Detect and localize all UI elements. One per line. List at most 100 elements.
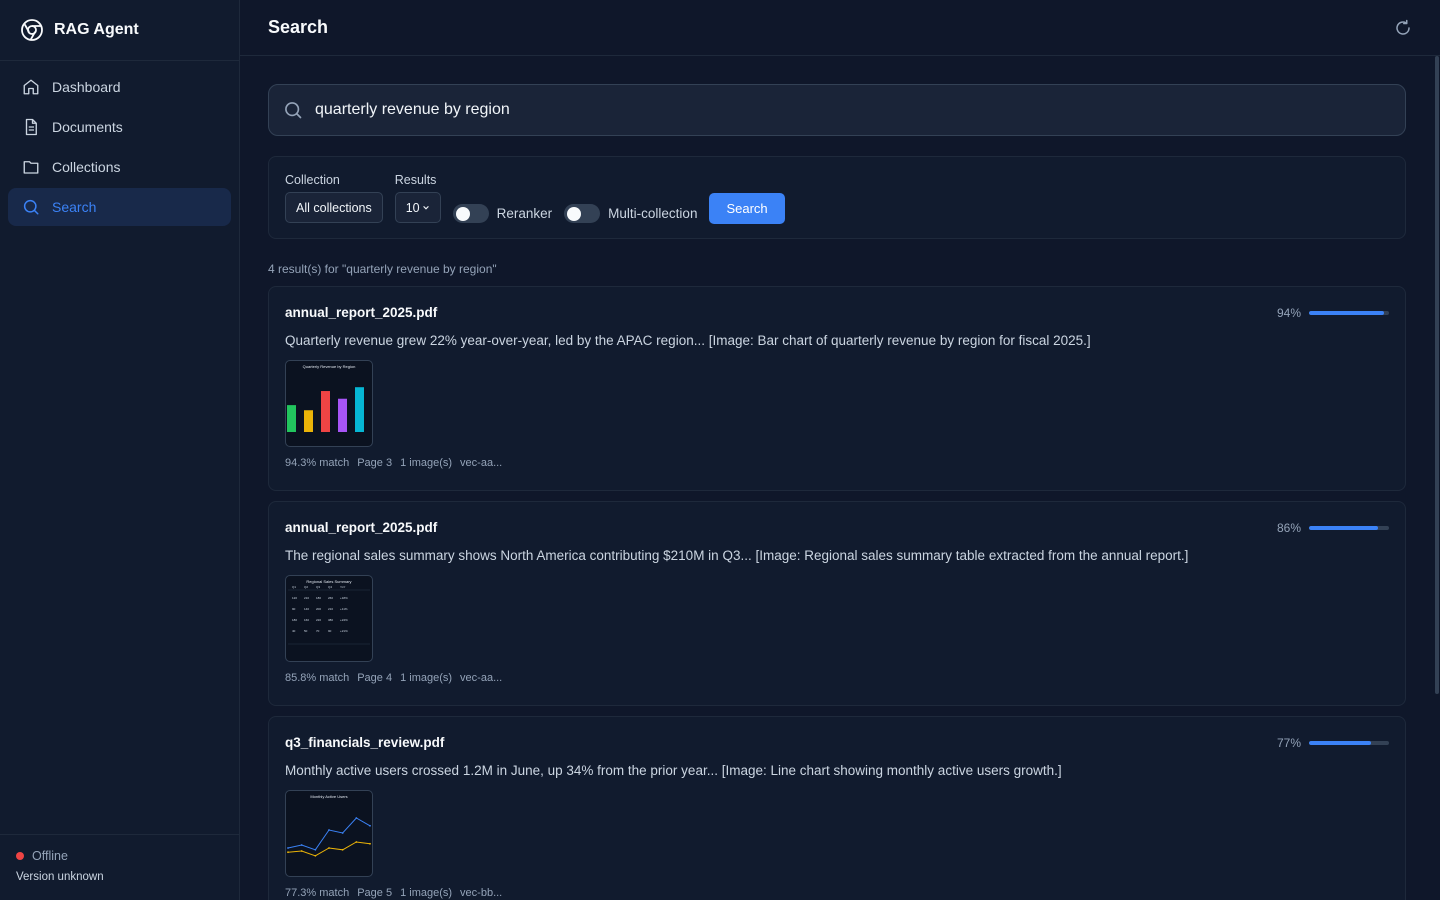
thumbnail-table-cell: 140	[304, 607, 309, 611]
result-score: 77%	[1277, 736, 1389, 750]
sidebar-item-collections[interactable]: Collections	[8, 148, 231, 186]
thumbnail-table-cell: 380	[328, 618, 333, 622]
thumbnail-title: Quarterly Revenue by Region	[303, 364, 356, 369]
page-number: Page 3	[357, 457, 393, 469]
thumbnail-table: Regional Sales Summary Q1 Q2 Q3 Q4 YoY 120 210 1…	[288, 579, 370, 645]
thumbnail-table-cell: 180	[316, 596, 321, 600]
result-card[interactable]: q3_financials_review.pdf 77% Monthly act…	[268, 716, 1406, 900]
result-score: 94%	[1277, 306, 1389, 320]
thumbnail-table-cell: 70	[316, 629, 320, 633]
thumbnail-table-cell: 200	[316, 607, 321, 611]
vector-id: vec-aa...	[460, 457, 503, 469]
thumbnail-line-point	[300, 850, 303, 852]
thumbnail-line-point	[355, 841, 358, 843]
reranker-toggle[interactable]	[452, 204, 489, 223]
thumbnail-bar	[338, 398, 347, 432]
folder-icon	[23, 161, 39, 174]
thumbnail-table-cell: 90	[292, 607, 296, 611]
thumbnail-bar	[321, 391, 330, 432]
result-image-thumbnail[interactable]: Regional Sales Summary Q1 Q2 Q3 Q4 YoY 120 210 1…	[285, 575, 373, 662]
thumbnail-line-point	[314, 848, 317, 851]
search-filters: Collection All collections Results 10 Re…	[268, 156, 1406, 239]
match-percent: 94.3% match	[285, 457, 350, 469]
sidebar-item-label: Dashboard	[52, 79, 121, 95]
result-title: q3_financials_review.pdf	[285, 735, 445, 750]
sidebar-item-dashboard[interactable]: Dashboard	[8, 68, 231, 106]
sidebar-item-label: Collections	[52, 159, 121, 175]
page-number: Page 5	[357, 887, 393, 899]
result-score: 86%	[1277, 521, 1389, 535]
result-image-thumbnail[interactable]: Quarterly Revenue by Region	[285, 360, 373, 447]
thumbnail-bar-chart: Quarterly Revenue by Region	[287, 364, 364, 432]
status-text: Offline	[32, 849, 68, 863]
thumbnail-line-point	[328, 829, 330, 831]
thumbnail-title: Monthly Active Users	[310, 794, 347, 799]
thumbnail-bar	[355, 387, 364, 432]
collection-filter: Collection All collections	[285, 173, 383, 223]
collection-select[interactable]: All collections	[285, 192, 383, 223]
brand[interactable]: RAG Agent	[0, 0, 239, 61]
refresh-icon[interactable]	[1394, 19, 1412, 37]
thumbnail-table-header: Q4	[328, 585, 332, 589]
results-select[interactable]: 10	[394, 192, 441, 223]
thumbnail-table-header: Q3	[316, 585, 320, 589]
result-snippet: The regional sales summary shows North A…	[285, 548, 1189, 563]
logo-icon	[21, 19, 43, 41]
thumbnail-line-series	[287, 841, 371, 857]
thumbnail-table-cell: 210	[304, 596, 309, 600]
results-label: Results	[394, 173, 437, 187]
sidebar-item-search[interactable]: Search	[8, 188, 231, 226]
thumbnail-table-cell: 90	[328, 629, 332, 633]
image-count: 1 image(s)	[400, 887, 453, 899]
thumbnail-table-cell: 160	[304, 618, 309, 622]
sidebar-footer: Offline Version unknown	[0, 834, 239, 900]
app-name: RAG Agent	[54, 21, 139, 38]
thumbnail-table-cell: 220	[316, 618, 321, 622]
sidebar: RAG Agent Dashboard Documents Collection…	[0, 0, 240, 900]
thumbnail-line-point	[369, 842, 371, 845]
sidebar-item-label: Documents	[52, 119, 123, 135]
status-dot-icon	[16, 852, 24, 860]
result-title: annual_report_2025.pdf	[285, 305, 438, 320]
result-meta: 85.8% match Page 4 1 image(s) vec-aa...	[285, 672, 1389, 684]
sidebar-nav: Dashboard Documents Collections Search	[0, 61, 239, 235]
thumbnail-title: Regional Sales Summary	[306, 579, 351, 584]
score-bar	[1309, 741, 1389, 745]
sidebar-item-documents[interactable]: Documents	[8, 108, 231, 146]
chevron-down-icon	[422, 205, 429, 210]
search-bar[interactable]	[268, 84, 1406, 136]
thumbnail-line-point	[341, 848, 344, 851]
home-icon	[23, 79, 39, 95]
search-button[interactable]: Search	[709, 193, 785, 224]
thumbnail-line-point	[328, 847, 330, 849]
search-input[interactable]	[315, 101, 1315, 119]
result-card[interactable]: annual_report_2025.pdf 94% Quarterly rev…	[268, 286, 1406, 491]
reranker-option: Reranker	[452, 204, 552, 223]
version-text: Version unknown	[16, 871, 104, 883]
multi-collection-option: Multi-collection	[564, 204, 697, 223]
results-value: 10	[405, 200, 420, 215]
collection-label: Collection	[285, 173, 340, 187]
result-card[interactable]: annual_report_2025.pdf 86% The regional …	[268, 501, 1406, 706]
score-bar	[1309, 311, 1389, 315]
thumbnail-bar	[304, 410, 313, 432]
thumbnail-line-point	[355, 817, 358, 819]
page-scrollbar[interactable]	[1435, 56, 1439, 694]
multi-collection-toggle[interactable]	[564, 204, 601, 223]
search-page: Collection All collections Results 10 Re…	[268, 84, 1406, 900]
search-icon	[285, 102, 302, 119]
thumbnail-table-cell: +21%	[340, 629, 348, 633]
score-label: 86%	[1276, 521, 1301, 535]
result-image-thumbnail[interactable]: Monthly Active Users	[285, 790, 373, 877]
search-icon	[23, 199, 39, 215]
result-meta: 77.3% match Page 5 1 image(s) vec-bb...	[285, 887, 1389, 899]
thumbnail-table-cell: +24%	[340, 618, 348, 622]
multi-collection-label: Multi-collection	[608, 206, 698, 221]
sidebar-item-label: Search	[52, 199, 97, 215]
thumbnail-table-cell: 260	[328, 596, 333, 600]
page-number: Page 4	[357, 672, 393, 684]
page-title: Search	[268, 17, 329, 37]
thumbnail-line-point	[287, 851, 289, 854]
thumbnail-table-cell: 210	[328, 607, 333, 611]
thumbnail-bar	[287, 405, 296, 432]
